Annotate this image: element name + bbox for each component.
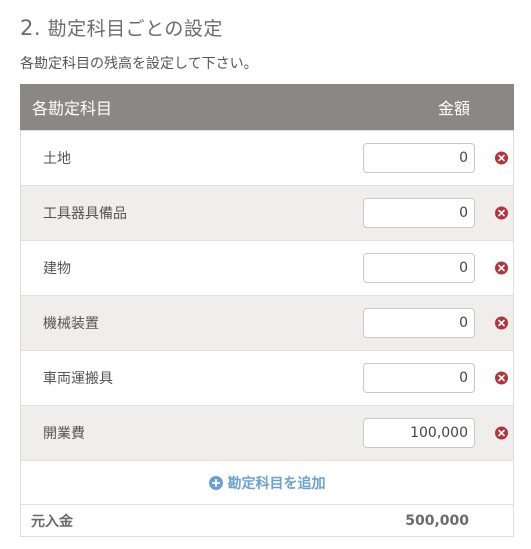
- remove-icon[interactable]: [495, 206, 508, 220]
- amount-input[interactable]: [363, 418, 475, 448]
- table-row: 土地: [21, 130, 513, 185]
- account-label: 土地: [43, 151, 71, 167]
- section-title: 2. 勘定科目ごとの設定: [20, 14, 223, 41]
- account-label: 車両運搬具: [43, 371, 113, 387]
- amount-input[interactable]: [363, 363, 475, 393]
- remove-icon[interactable]: [495, 371, 508, 385]
- remove-icon[interactable]: [495, 316, 508, 330]
- table-row: 開業費: [21, 405, 513, 460]
- total-label: 元入金: [31, 513, 73, 530]
- amount-input[interactable]: [363, 198, 475, 228]
- amount-input[interactable]: [363, 143, 475, 173]
- header-amount: 金額: [437, 99, 470, 118]
- account-label: 建物: [43, 261, 71, 277]
- section-description: 各勘定科目の残高を設定して下さい。: [20, 56, 258, 72]
- table-row: 建物: [21, 240, 513, 295]
- remove-icon[interactable]: [495, 261, 508, 275]
- plus-circle-icon: [208, 475, 223, 490]
- account-table: 各勘定科目 金額 土地 工具器具備品 建物 機械装置: [20, 84, 514, 537]
- table-row: 機械装置: [21, 295, 513, 350]
- remove-icon[interactable]: [495, 426, 508, 440]
- section-number: 2.: [20, 16, 42, 40]
- table-row: 車両運搬具: [21, 350, 513, 405]
- table-row: 工具器具備品: [21, 185, 513, 240]
- remove-icon[interactable]: [495, 151, 508, 165]
- account-label: 開業費: [43, 426, 85, 442]
- account-label: 工具器具備品: [43, 206, 127, 222]
- total-value: 500,000: [405, 512, 469, 529]
- table-header: 各勘定科目 金額: [20, 84, 514, 130]
- amount-input[interactable]: [363, 253, 475, 283]
- add-account-row: 勘定科目を追加: [21, 460, 513, 504]
- header-account: 各勘定科目: [32, 99, 113, 118]
- account-label: 機械装置: [43, 316, 99, 332]
- page: 2. 勘定科目ごとの設定 各勘定科目の残高を設定して下さい。 各勘定科目 金額 …: [0, 0, 531, 549]
- add-account-label: 勘定科目を追加: [227, 475, 326, 492]
- total-row: 元入金 500,000: [21, 504, 513, 536]
- section-title-text: 勘定科目ごとの設定: [47, 18, 223, 40]
- add-account-button[interactable]: 勘定科目を追加: [208, 473, 326, 493]
- amount-input[interactable]: [363, 308, 475, 338]
